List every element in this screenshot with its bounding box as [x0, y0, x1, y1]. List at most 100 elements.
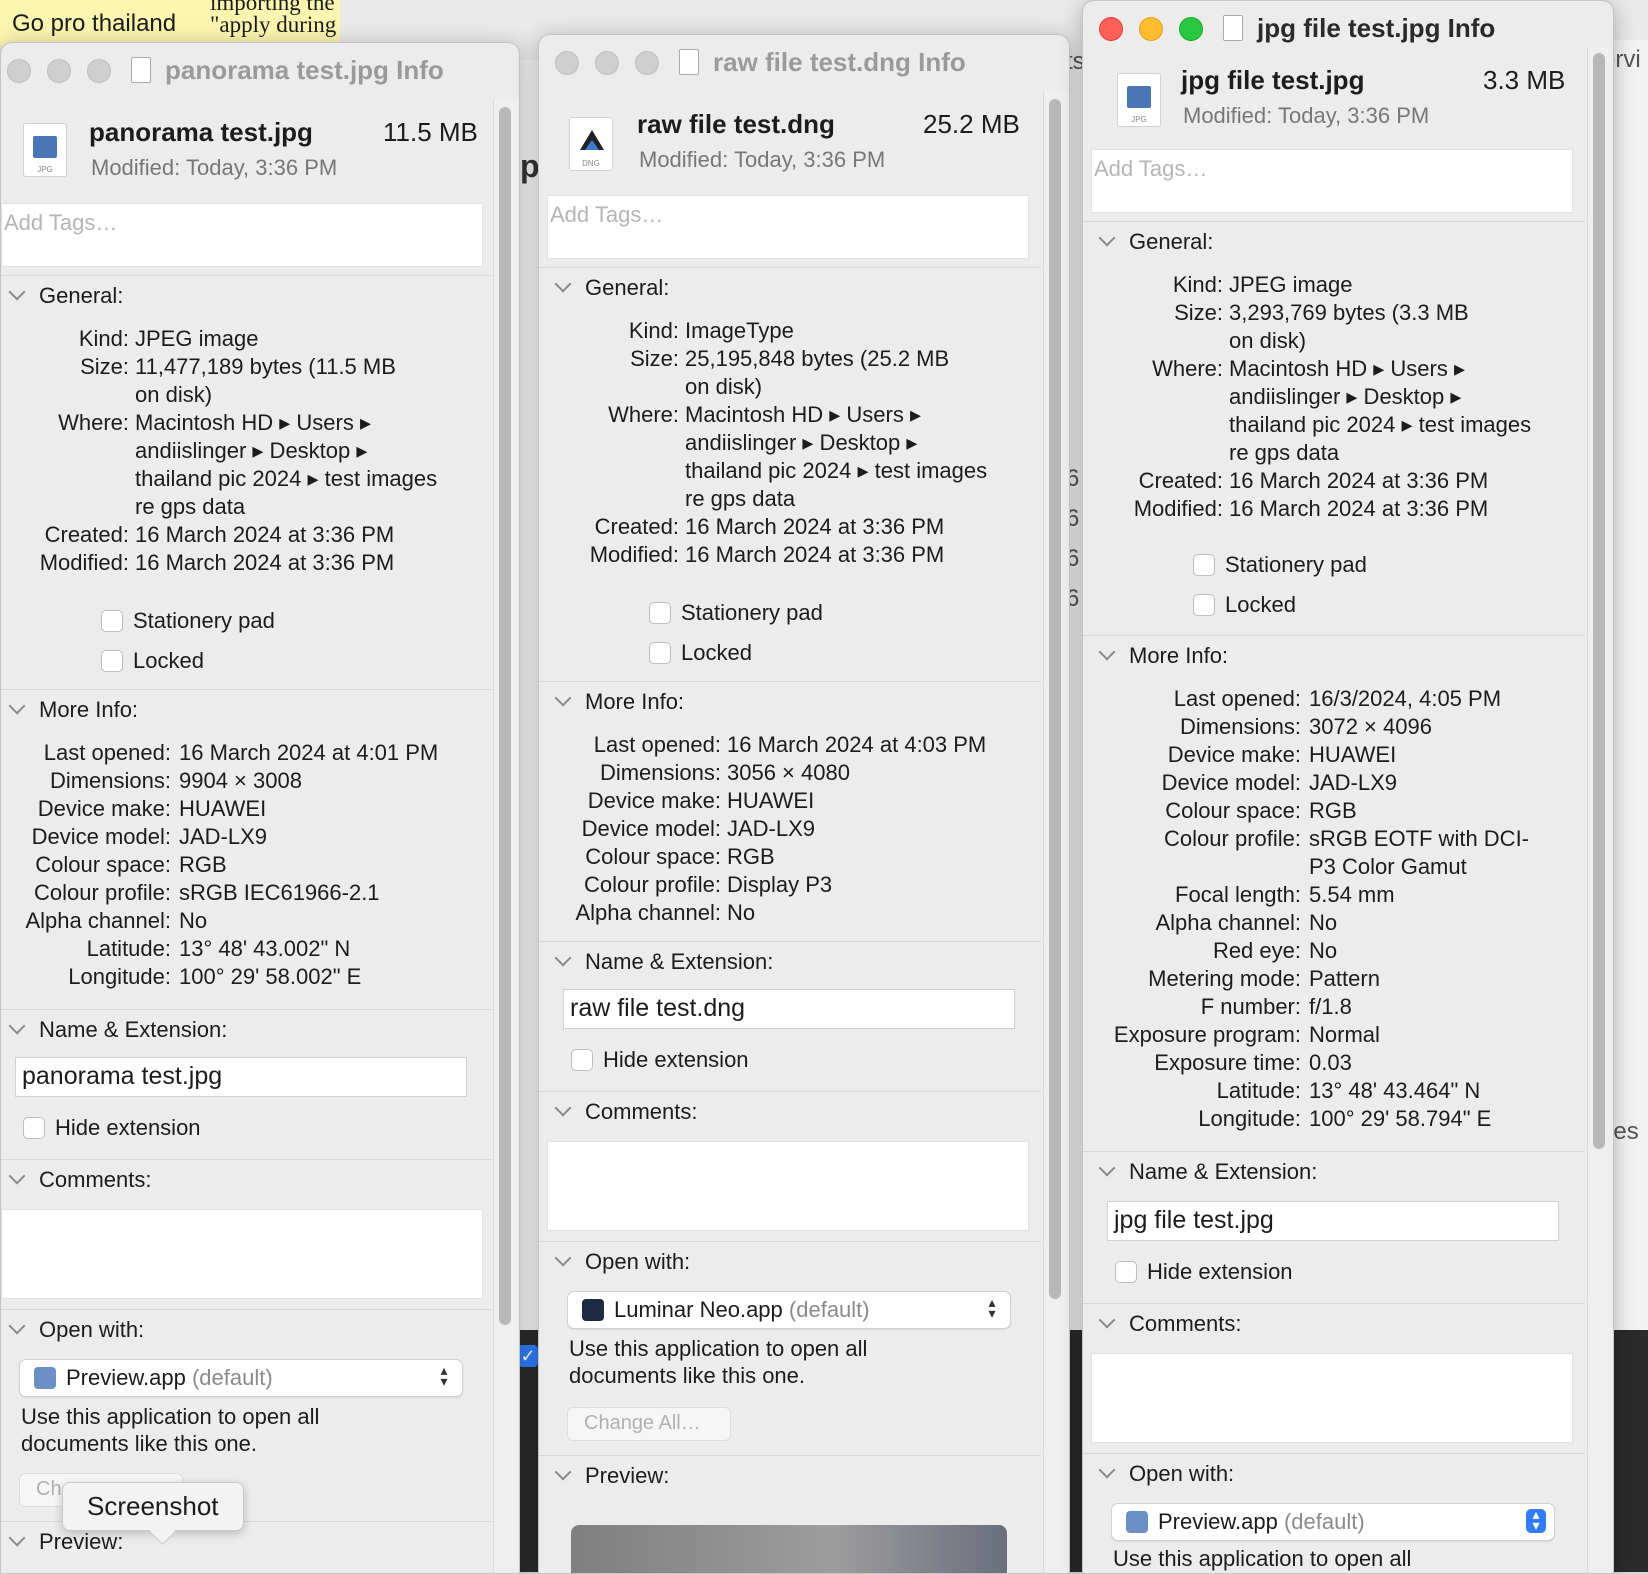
tags-field[interactable]: Add Tags… [547, 195, 1029, 259]
chevron-down-icon[interactable] [1098, 1159, 1116, 1177]
screenshot-tooltip: Screenshot [62, 1482, 244, 1531]
chevron-down-icon[interactable] [8, 1317, 26, 1335]
scrollbar[interactable] [499, 107, 511, 1325]
title-bar[interactable]: panorama test.jpg Info [1, 43, 519, 99]
hide-extension-checkbox[interactable] [1115, 1261, 1137, 1283]
help-line-2: documents like this one. [569, 1363, 806, 1388]
updown-arrows-icon: ▴ ▾ [440, 1362, 448, 1389]
tags-field[interactable]: Add Tags… [1091, 149, 1573, 213]
section-open-with[interactable]: Open with: [8, 1317, 145, 1343]
close-icon[interactable] [555, 51, 579, 75]
chevron-down-icon[interactable] [8, 283, 26, 301]
stationery-pad-checkbox[interactable] [649, 602, 671, 624]
minimize-icon[interactable] [47, 59, 71, 83]
section-name-extension[interactable]: Name & Extension: [554, 949, 773, 975]
title-bar[interactable]: raw file test.dng Info [539, 35, 1069, 91]
section-comments[interactable]: Comments: [8, 1167, 151, 1193]
section-name-extension[interactable]: Name & Extension: [8, 1017, 227, 1043]
section-more-info[interactable]: More Info: [554, 689, 684, 715]
open-with-popup[interactable]: Luminar Neo.app (default) ▴ ▾ [567, 1291, 1011, 1329]
longitude-value: 100° 29' 58.794" E [1309, 1106, 1492, 1131]
locked-checkbox[interactable] [1193, 594, 1215, 616]
chevron-down-icon[interactable] [554, 689, 572, 707]
chevron-down-icon[interactable] [554, 949, 572, 967]
kind-label: Kind: [1172, 272, 1223, 297]
section-general[interactable]: General: [554, 275, 669, 301]
locked-checkbox[interactable] [649, 642, 671, 664]
red-eye-label: Red eye: [1212, 938, 1301, 963]
hide-extension-checkbox[interactable] [23, 1117, 45, 1139]
where-value-4: re gps data [135, 494, 246, 519]
open-with-app-name: Preview.app [1158, 1509, 1278, 1534]
chevron-down-icon[interactable] [8, 1017, 26, 1035]
section-open-with[interactable]: Open with: [554, 1249, 690, 1275]
chevron-down-icon[interactable] [8, 697, 26, 715]
colour-profile-value: Display P3 [727, 872, 833, 897]
zoom-icon[interactable] [1179, 17, 1203, 41]
scrollbar[interactable] [1593, 53, 1605, 1149]
name-field[interactable]: raw file test.dng [563, 989, 1015, 1029]
scrollbar[interactable] [1049, 99, 1061, 1299]
section-more-info[interactable]: More Info: [8, 697, 138, 723]
minimize-icon[interactable] [1139, 17, 1163, 41]
section-preview[interactable]: Preview: [8, 1529, 123, 1555]
minimize-icon[interactable] [595, 51, 619, 75]
chevron-down-icon[interactable] [554, 1249, 572, 1267]
size-value: 11,477,189 bytes (11.5 MB [135, 354, 396, 379]
section-comments[interactable]: Comments: [554, 1099, 697, 1125]
close-icon[interactable] [1099, 17, 1123, 41]
chevron-down-icon[interactable] [8, 1167, 26, 1185]
zoom-icon[interactable] [635, 51, 659, 75]
zoom-icon[interactable] [87, 59, 111, 83]
hide-extension-checkbox[interactable] [571, 1049, 593, 1071]
chevron-down-icon[interactable] [554, 275, 572, 293]
title-bar[interactable]: jpg file test.jpg Info [1083, 1, 1613, 57]
close-icon[interactable] [7, 59, 31, 83]
comments-field[interactable] [1, 1209, 483, 1299]
chevron-down-icon[interactable] [8, 1529, 26, 1547]
name-field[interactable]: panorama test.jpg [15, 1057, 467, 1097]
file-size: 3.3 MB [1483, 65, 1566, 95]
exposure-program-label: Exposure program: [1113, 1022, 1301, 1047]
modified-value: 16 March 2024 at 3:36 PM [1229, 496, 1489, 521]
modified-value: 16 March 2024 at 3:36 PM [135, 550, 395, 575]
sticky-note-2-line2: "apply during [210, 12, 337, 37]
section-general[interactable]: General: [8, 283, 123, 309]
chevron-down-icon[interactable] [1098, 1311, 1116, 1329]
section-general[interactable]: General: [1098, 229, 1214, 255]
comments-field[interactable] [1091, 1353, 1573, 1443]
section-preview[interactable]: Preview: [554, 1463, 669, 1489]
section-title: Open with: [39, 1317, 145, 1342]
checkbox-checked-icon[interactable]: ✓ [518, 1345, 538, 1367]
chevron-down-icon[interactable] [1098, 1461, 1116, 1479]
stationery-pad-checkbox[interactable] [1193, 554, 1215, 576]
where-label: Where: [1152, 356, 1223, 381]
chevron-down-icon[interactable] [554, 1099, 572, 1117]
chevron-down-icon[interactable] [1098, 643, 1116, 661]
section-open-with[interactable]: Open with: [1098, 1461, 1234, 1487]
section-name-extension[interactable]: Name & Extension: [1098, 1159, 1318, 1185]
open-with-popup[interactable]: Preview.app (default) ▴ ▾ [19, 1359, 463, 1397]
open-with-popup[interactable]: Preview.app (default) ▴ ▾ [1111, 1503, 1555, 1541]
hide-extension-label: Hide extension [1147, 1259, 1293, 1284]
modified-line: Modified: Today, 3:36 PM [639, 147, 886, 172]
window-title: raw file test.dng Info [713, 47, 966, 77]
chevron-down-icon[interactable] [554, 1463, 572, 1481]
change-all-button[interactable]: Change All… [567, 1407, 731, 1441]
section-comments[interactable]: Comments: [1098, 1311, 1241, 1337]
tags-field[interactable]: Add Tags… [1, 203, 483, 267]
locked-checkbox[interactable] [101, 650, 123, 672]
info-window-jpg: jpg file test.jpg Info JPG jpg file test… [1082, 0, 1614, 1574]
section-title: General: [1129, 229, 1214, 254]
comments-field[interactable] [547, 1141, 1029, 1231]
colour-space-value: RGB [727, 844, 775, 869]
modified-label: Modified: [1133, 496, 1223, 521]
section-more-info[interactable]: More Info: [1098, 643, 1228, 669]
section-title: Name & Extension: [1129, 1159, 1318, 1184]
where-value-2: andiislinger ▸ Desktop ▸ [135, 438, 368, 463]
stationery-pad-checkbox[interactable] [101, 610, 123, 632]
name-field[interactable]: jpg file test.jpg [1107, 1201, 1559, 1241]
chevron-down-icon[interactable] [1098, 229, 1116, 247]
locked-label: Locked [681, 640, 752, 665]
colour-profile-label: Colour profile: [584, 872, 721, 897]
